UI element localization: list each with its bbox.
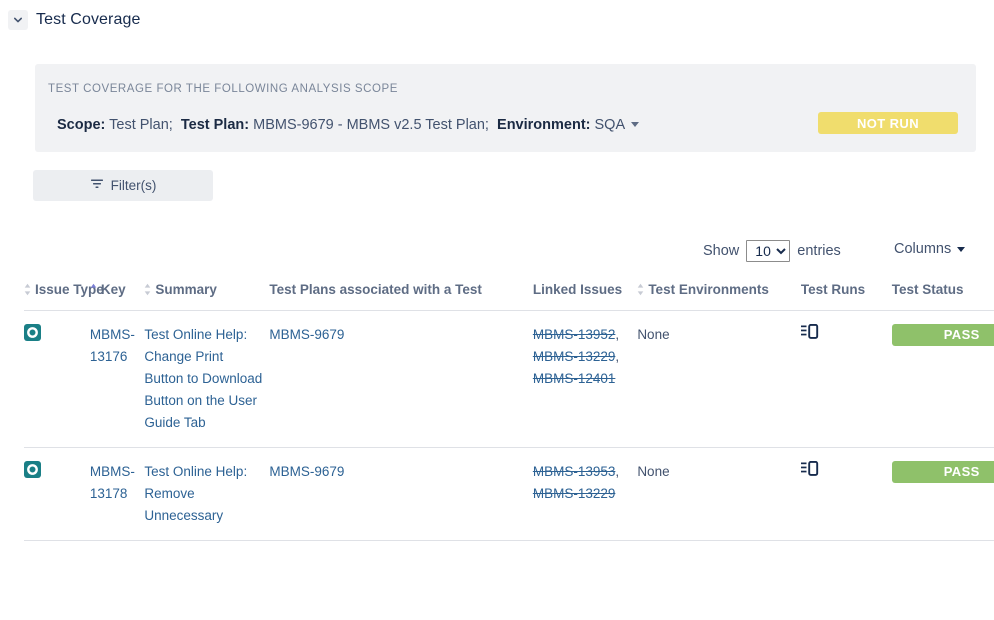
table-row: MBMS-13178 Test Online Help: Remove Unne… (24, 447, 994, 541)
issue-key-link[interactable]: MBMS-13178 (90, 464, 135, 501)
section-header: Test Coverage (8, 10, 140, 30)
filter-icon (90, 178, 104, 193)
test-coverage-table-wrapper: Issue Type Key Summary Test Plans associ… (24, 282, 994, 541)
test-runs-icon[interactable] (800, 324, 886, 339)
column-header-label: Key (100, 282, 126, 297)
linked-issue-link[interactable]: MBMS-13229 (533, 486, 616, 501)
test-issue-type-icon[interactable] (24, 324, 84, 341)
chevron-down-icon (957, 246, 966, 252)
scope-summary-line: Scope: Test Plan; Test Plan: MBMS-9679 -… (57, 116, 640, 134)
environment-dropdown-caret-icon[interactable] (631, 122, 640, 127)
cell-test-environments: None (637, 447, 801, 541)
column-header-linked-issues[interactable]: Linked Issues (532, 282, 638, 311)
cell-summary: Test Online Help: Remove Unnecessary (144, 447, 270, 541)
sort-both-icon (144, 283, 151, 299)
table-row: MBMS-13176 Test Online Help: Change Prin… (24, 310, 994, 448)
cell-issue-type (24, 310, 90, 448)
test-issue-type-icon[interactable] (24, 461, 84, 478)
issue-summary-link[interactable]: Test Online Help: Remove Unnecessary (144, 464, 247, 523)
cell-issue-type (24, 447, 90, 541)
test-plan-link[interactable]: MBMS-9679 (269, 464, 344, 479)
table-controls: Show 10 entries Columns (0, 240, 994, 268)
linked-issue-link[interactable]: MBMS-13952 (533, 327, 616, 342)
test-environments-value: None (637, 464, 670, 479)
sort-both-icon (637, 283, 644, 299)
show-entries-control: Show 10 entries (703, 240, 841, 262)
table-header: Issue Type Key Summary Test Plans associ… (24, 282, 994, 311)
scope-value: Test Plan; (109, 117, 173, 133)
filters-button-label: Filter(s) (110, 178, 157, 193)
cell-test-plans: MBMS-9679 (269, 310, 533, 448)
column-header-test-plans[interactable]: Test Plans associated with a Test (269, 282, 533, 311)
table-header-row: Issue Type Key Summary Test Plans associ… (24, 282, 994, 311)
cell-linked-issues: MBMS-13953, MBMS-13229 (532, 447, 638, 541)
column-header-label: Linked Issues (532, 282, 623, 297)
column-header-label: Test Runs (800, 282, 866, 297)
columns-dropdown-button[interactable]: Columns (894, 241, 966, 257)
cell-test-plans: MBMS-9679 (269, 447, 533, 541)
column-header-test-runs[interactable]: Test Runs (800, 282, 892, 311)
entries-per-page-select[interactable]: 10 (746, 240, 791, 262)
linked-issue-separator: , (615, 464, 620, 479)
cell-linked-issues: MBMS-13952, MBMS-13229, MBMS-12401 (532, 310, 638, 448)
sort-both-icon (24, 283, 31, 299)
test-runs-icon[interactable] (800, 461, 886, 476)
linked-issue-link[interactable]: MBMS-12401 (533, 371, 616, 386)
status-badge: NOT RUN (818, 112, 958, 134)
cell-key: MBMS-13178 (89, 447, 145, 541)
column-header-label: Test Status (891, 282, 964, 297)
test-status-badge: PASS (891, 324, 994, 346)
environment-label: Environment: (497, 117, 591, 133)
issue-key-link[interactable]: MBMS-13176 (90, 327, 135, 364)
test-status-badge: PASS (891, 461, 994, 483)
test-coverage-page: Test Coverage TEST COVERAGE FOR THE FOLL… (0, 0, 994, 620)
column-header-test-environments[interactable]: Test Environments (637, 282, 801, 311)
linked-issue-separator: , (615, 327, 620, 342)
column-header-summary[interactable]: Summary (144, 282, 270, 311)
linked-issue-separator: , (615, 349, 620, 364)
table-body: MBMS-13176 Test Online Help: Change Prin… (24, 310, 994, 541)
test-plan-value: MBMS-9679 - MBMS v2.5 Test Plan; (253, 117, 489, 133)
cell-test-status: PASS (891, 310, 994, 448)
sort-ascending-icon (90, 283, 97, 299)
cell-key: MBMS-13176 (89, 310, 145, 448)
test-plan-link[interactable]: MBMS-9679 (269, 327, 344, 342)
column-header-issue-type[interactable]: Issue Type (24, 282, 104, 311)
cell-test-environments: None (637, 310, 801, 448)
scope-caption: TEST COVERAGE FOR THE FOLLOWING ANALYSIS… (48, 83, 398, 95)
cell-summary: Test Online Help: Change Print Button to… (144, 310, 270, 448)
show-label: Show (703, 243, 740, 259)
issue-summary-link[interactable]: Test Online Help: Change Print Button to… (144, 327, 262, 430)
cell-test-runs (800, 447, 892, 541)
cell-test-status: PASS (891, 447, 994, 541)
environment-value[interactable]: SQA (595, 117, 626, 133)
linked-issue-link[interactable]: MBMS-13229 (533, 349, 616, 364)
cell-test-runs (800, 310, 892, 448)
test-plan-label: Test Plan: (180, 117, 250, 133)
page-title: Test Coverage (36, 11, 141, 28)
filters-button[interactable]: Filter(s) (33, 170, 213, 201)
test-environments-value: None (637, 327, 670, 342)
column-header-label: Test Plans associated with a Test (269, 282, 482, 297)
linked-issue-link[interactable]: MBMS-13953 (533, 464, 616, 479)
column-header-test-status[interactable]: Test Status (891, 282, 994, 311)
analysis-scope-panel: TEST COVERAGE FOR THE FOLLOWING ANALYSIS… (35, 64, 976, 152)
entries-label: entries (797, 243, 841, 259)
column-header-label: Test Environments (648, 282, 769, 297)
chevron-down-icon[interactable] (8, 10, 28, 30)
scope-label: Scope: (57, 117, 106, 133)
test-coverage-table: Issue Type Key Summary Test Plans associ… (24, 282, 994, 541)
columns-button-label: Columns (894, 241, 952, 257)
column-header-label: Summary (155, 282, 217, 297)
